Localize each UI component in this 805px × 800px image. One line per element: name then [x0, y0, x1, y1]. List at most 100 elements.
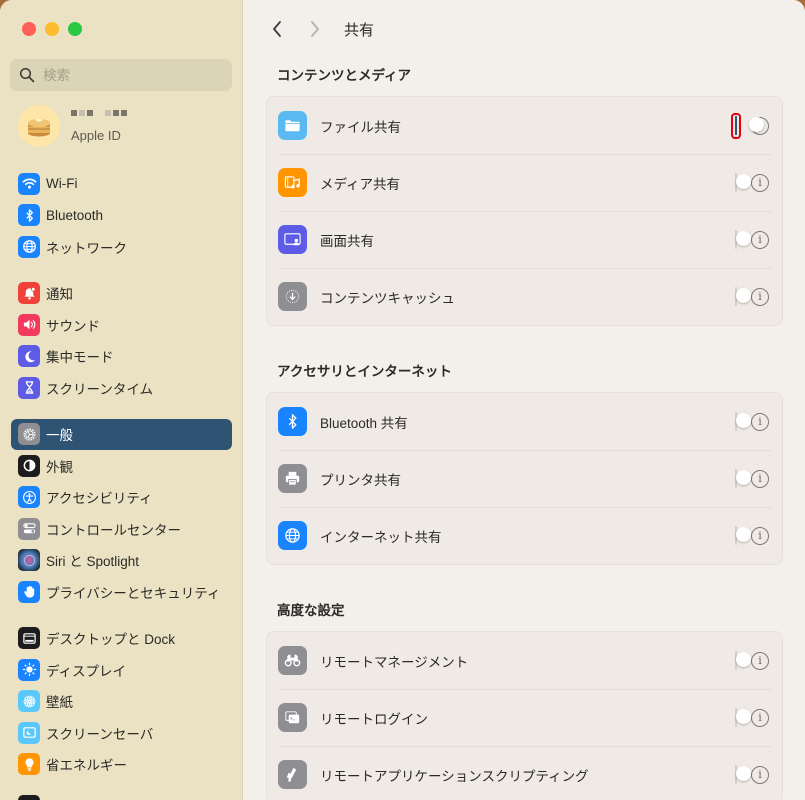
avatar [18, 105, 60, 147]
sidebar-item-desktop-dock[interactable]: デスクトップと Dock [11, 623, 232, 655]
appearance-icon [18, 454, 40, 477]
sun-icon [18, 658, 40, 681]
close-button[interactable] [22, 22, 36, 36]
printer-sharing-toggle[interactable] [735, 468, 751, 488]
sidebar-item-label: Bluetooth [46, 207, 104, 223]
bluetooth-icon [278, 407, 307, 436]
info-button[interactable]: i [751, 765, 769, 784]
account-name-redacted [71, 109, 127, 122]
remote-management-toggle[interactable] [735, 650, 751, 670]
sidebar-item-label: プライバシーとセキュリティ [46, 585, 221, 601]
row-label: ファイル共有 [320, 119, 401, 135]
sidebar-item-accessibility[interactable]: アクセシビリティ [11, 482, 232, 514]
sidebar-item-sound[interactable]: サウンド [11, 309, 232, 341]
list-item-content-caching: コンテンツキャッシュ i [267, 268, 782, 325]
list-item-remote-app-scripting: リモートアプリケーションスクリプティング i [267, 746, 782, 800]
sidebar-item-wallpaper[interactable]: 壁紙 [11, 686, 232, 718]
dock-icon [18, 627, 40, 650]
main-pane: 共有 コンテンツとメディア ファイル共有 i メディア共有 i [244, 0, 805, 800]
sidebar-item-energy-saver[interactable]: 省エネルギー [11, 749, 232, 781]
info-button[interactable]: i [751, 287, 769, 306]
row-label: リモートログイン [320, 711, 428, 727]
sidebar-item-control-center[interactable]: コントロールセンター [11, 513, 232, 545]
sidebar-item-label: スクリーンタイム [46, 381, 154, 397]
sidebar-item-label: 外観 [46, 459, 73, 475]
lightbulb-icon [18, 753, 40, 776]
sidebar-item-siri-spotlight[interactable]: Siri と Spotlight [11, 545, 232, 577]
maximize-button[interactable] [68, 22, 82, 36]
sidebar-item-wifi[interactable]: Wi-Fi [11, 168, 232, 200]
gear-icon [18, 423, 40, 446]
list-item-remote-management: リモートマネージメント i [267, 632, 782, 689]
row-label: プリンタ共有 [320, 472, 401, 488]
apple-id-account[interactable]: Apple ID [18, 105, 127, 147]
internet-sharing-toggle[interactable] [735, 525, 751, 545]
minimize-button[interactable] [45, 22, 59, 36]
remote-app-scripting-toggle[interactable] [735, 764, 751, 784]
media-icon [278, 168, 307, 197]
sidebar-item-label: Siri と Spotlight [46, 554, 140, 570]
search-input[interactable] [43, 67, 223, 83]
sidebar-item-notifications[interactable]: 通知 [11, 278, 232, 310]
content-caching-toggle[interactable] [735, 286, 751, 306]
highlight-box [731, 112, 764, 139]
sidebar-item-appearance[interactable]: 外観 [11, 450, 232, 482]
sidebar-item-general[interactable]: 一般 [11, 418, 232, 450]
sidebar-nav: Wi-Fi Bluetooth ネットワーク 通知 サウンド 集中モード スクリ… [11, 168, 232, 780]
page-title: 共有 [344, 21, 375, 39]
list-item-bluetooth-sharing: Bluetooth 共有 i [267, 393, 782, 450]
system-settings-window: Apple ID Wi-Fi Bluetooth ネットワ [0, 0, 805, 800]
sidebar-item-screen-time[interactable]: スクリーンタイム [11, 372, 232, 404]
row-label: メディア共有 [320, 176, 401, 192]
sidebar-item-label: 省エネルギー [46, 758, 127, 774]
speaker-icon [18, 313, 40, 336]
back-button[interactable] [266, 18, 288, 40]
file-sharing-toggle[interactable] [735, 115, 764, 135]
forward-button[interactable] [304, 18, 326, 40]
list-item-media-sharing: メディア共有 i [267, 154, 782, 211]
sidebar-item-label: ディスプレイ [46, 663, 127, 679]
list-item-internet-sharing: インターネット共有 i [267, 507, 782, 564]
row-label: 画面共有 [320, 233, 374, 249]
sidebar-item-network[interactable]: ネットワーク [11, 231, 232, 263]
remote-login-toggle[interactable] [735, 707, 751, 727]
sidebar-item-label: 一般 [46, 428, 73, 444]
list-item-file-sharing: ファイル共有 i [267, 97, 782, 154]
list-item-screen-sharing: 画面共有 i [267, 211, 782, 268]
sidebar-item-displays[interactable]: ディスプレイ [11, 654, 232, 686]
section-title-accessories-internet: アクセサリとインターネット [277, 364, 452, 379]
row-label: インターネット共有 [320, 529, 442, 545]
section-title-advanced: 高度な設定 [277, 603, 345, 618]
sidebar-item-label: 壁紙 [46, 695, 73, 711]
list-item-printer-sharing: プリンタ共有 i [267, 450, 782, 507]
media-sharing-toggle[interactable] [735, 172, 751, 192]
info-button[interactable]: i [751, 173, 769, 192]
row-label: コンテンツキャッシュ [320, 290, 455, 306]
window-controls [22, 22, 82, 36]
sidebar-item-bluetooth[interactable]: Bluetooth [11, 200, 232, 232]
info-button[interactable]: i [751, 230, 769, 249]
screen-share-icon [278, 225, 307, 254]
sidebar-item-screensaver[interactable]: スクリーンセーバ [11, 717, 232, 749]
sidebar-item-label: 集中モード [46, 350, 114, 366]
toolbar: 共有 [244, 0, 805, 58]
info-button[interactable]: i [751, 412, 769, 431]
printer-icon [278, 464, 307, 493]
sidebar-item-label: ネットワーク [46, 240, 127, 256]
info-button[interactable]: i [751, 651, 769, 670]
bluetooth-sharing-toggle[interactable] [735, 411, 751, 431]
sidebar-item-privacy-security[interactable]: プライバシーとセキュリティ [11, 576, 232, 608]
globe-icon [18, 235, 40, 258]
info-button[interactable]: i [751, 469, 769, 488]
sidebar-item-focus[interactable]: 集中モード [11, 341, 232, 373]
row-label: リモートアプリケーションスクリプティング [320, 768, 589, 784]
chevron-left-icon [273, 21, 281, 37]
screen-sharing-toggle[interactable] [735, 229, 751, 249]
sidebar-item-label: スクリーンセーバ [46, 726, 154, 742]
script-icon [278, 760, 307, 789]
info-button[interactable]: i [751, 526, 769, 545]
search-field[interactable] [10, 59, 232, 91]
siri-icon [18, 549, 40, 572]
info-button[interactable]: i [751, 708, 769, 727]
hand-icon [18, 580, 40, 603]
